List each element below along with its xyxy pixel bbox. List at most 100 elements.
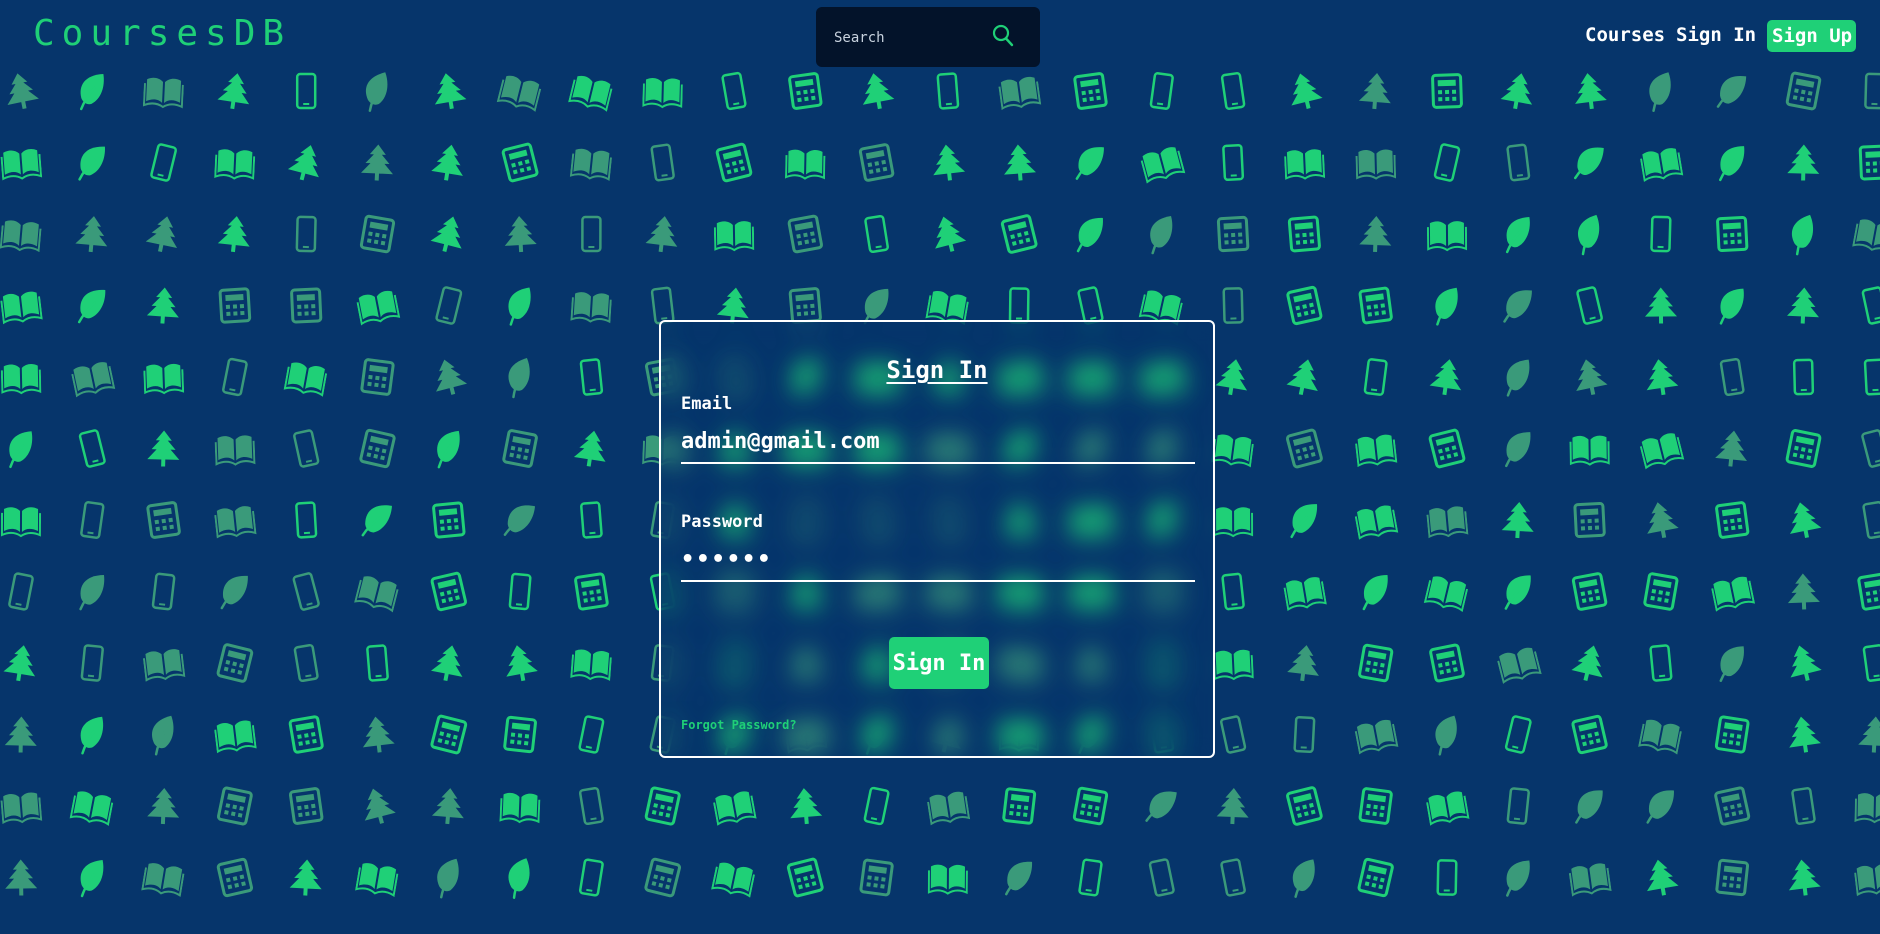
book-icon	[355, 860, 400, 898]
nav-courses-link[interactable]: Courses	[1585, 24, 1665, 54]
leaf-icon	[1718, 644, 1746, 683]
phone-icon	[1219, 714, 1247, 755]
top-navbar: CoursesDB Courses Sign In Sign Up	[0, 0, 1880, 70]
sign-in-button[interactable]: Sign In	[889, 637, 989, 689]
phone-icon	[1504, 714, 1533, 755]
calculator-icon	[858, 142, 895, 183]
book-icon	[1353, 717, 1399, 755]
phone-icon	[1148, 857, 1176, 898]
book-icon	[70, 359, 116, 398]
book-icon	[214, 434, 256, 467]
leaf-icon	[503, 356, 537, 399]
nav-sign-up-button[interactable]: Sign Up	[1767, 20, 1857, 52]
calculator-icon	[1570, 714, 1609, 755]
tree-icon	[1641, 499, 1680, 541]
book-icon	[1282, 574, 1327, 612]
book-icon	[142, 76, 185, 109]
calculator-icon	[429, 571, 468, 612]
leaf-icon	[1147, 214, 1177, 255]
site-logo[interactable]: CoursesDB	[33, 13, 291, 54]
leaf-icon	[79, 72, 106, 111]
leaf-icon	[1718, 143, 1746, 183]
leaf-icon	[1573, 213, 1607, 256]
book-icon	[355, 288, 401, 326]
sign-in-card: Sign In Email Password Sign In Forgot Pa…	[659, 320, 1215, 758]
calculator-icon	[1285, 427, 1324, 470]
calculator-icon	[1715, 215, 1749, 253]
book-icon	[0, 790, 43, 825]
email-field[interactable]	[681, 420, 1195, 464]
leaf-icon	[502, 499, 537, 542]
book-icon	[1638, 430, 1685, 470]
calculator-icon	[788, 286, 823, 325]
book-icon	[1425, 504, 1469, 539]
phone-icon	[1790, 786, 1817, 826]
tree-icon	[1571, 71, 1608, 111]
leaf-icon	[1504, 358, 1532, 397]
tree-icon	[1284, 69, 1325, 113]
phone-icon	[1221, 572, 1246, 611]
leaf-icon	[1716, 70, 1748, 113]
tree-icon	[430, 142, 468, 183]
book-icon	[69, 788, 115, 827]
calculator-icon	[1072, 71, 1109, 111]
phone-icon	[434, 285, 463, 326]
book-icon	[1212, 648, 1254, 681]
forgot-password-link[interactable]: Forgot Password?	[681, 718, 797, 732]
password-label: Password	[681, 512, 763, 532]
book-icon	[711, 860, 757, 899]
calculator-icon	[1287, 215, 1322, 253]
phone-icon	[581, 215, 602, 253]
tree-icon	[1786, 286, 1821, 325]
tree-icon	[428, 355, 469, 399]
book-icon	[642, 76, 684, 109]
phone-icon	[294, 501, 318, 539]
leaf-icon	[77, 285, 108, 327]
leaf-icon	[1718, 287, 1746, 325]
password-field[interactable]	[681, 538, 1195, 582]
tree-icon	[572, 428, 610, 469]
phone-icon	[1433, 142, 1461, 183]
calculator-icon	[643, 857, 682, 898]
book-icon	[499, 791, 541, 824]
leaf-icon	[1144, 785, 1179, 828]
book-icon	[213, 504, 257, 539]
calculator-icon	[502, 715, 538, 754]
tree-icon	[1642, 857, 1680, 898]
tree-icon	[147, 430, 181, 467]
phone-icon	[1149, 71, 1175, 111]
calculator-icon	[1858, 144, 1880, 181]
phone-icon	[1436, 859, 1458, 896]
nav-sign-in-link[interactable]: Sign In	[1676, 24, 1756, 54]
book-icon	[1355, 148, 1397, 180]
leaf-icon	[78, 572, 106, 612]
calculator-icon	[787, 71, 823, 111]
phone-icon	[720, 71, 748, 111]
phone-icon	[1719, 357, 1745, 397]
book-icon	[141, 860, 186, 898]
tree-icon	[431, 786, 467, 826]
calculator-icon	[501, 142, 540, 183]
book-icon	[1710, 574, 1756, 612]
calculator-icon	[715, 142, 753, 183]
tree-icon	[1285, 356, 1324, 398]
book-icon	[0, 218, 43, 253]
phone-icon	[293, 643, 320, 683]
phone-icon	[1220, 71, 1246, 111]
book-icon	[927, 863, 968, 895]
book-icon	[1283, 147, 1326, 181]
phone-icon	[1575, 285, 1604, 326]
search-icon[interactable]	[990, 23, 1016, 49]
phone-icon	[650, 143, 676, 182]
book-icon	[0, 362, 42, 395]
search-input[interactable]	[834, 27, 994, 49]
leaf-icon	[1505, 859, 1532, 897]
book-icon	[712, 789, 757, 827]
phone-icon	[151, 572, 176, 611]
leaf-icon	[1361, 572, 1390, 612]
tree-icon	[216, 70, 254, 112]
book-icon	[1853, 861, 1880, 897]
book-icon	[569, 146, 613, 182]
book-icon	[1426, 220, 1468, 252]
leaf-icon	[1289, 858, 1320, 899]
